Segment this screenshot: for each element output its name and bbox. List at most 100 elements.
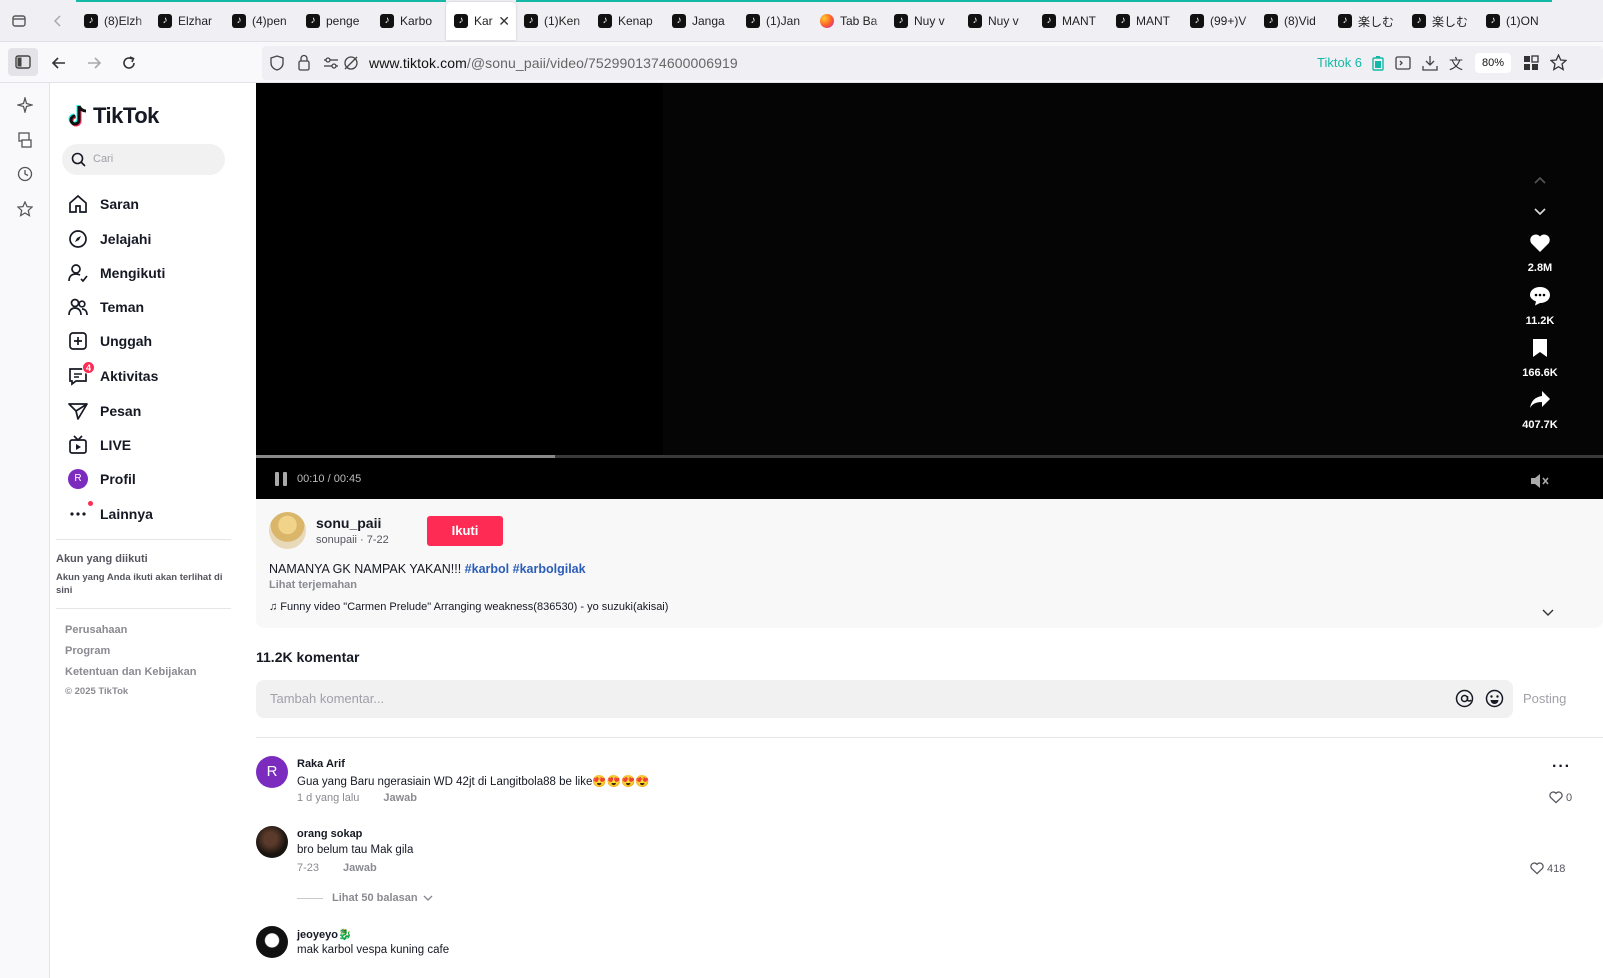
video-player[interactable]: 00:10 / 00:45 2.8M 11.2K 166.6K 407.7K — [256, 83, 1603, 499]
sidebar-item-saran[interactable]: Saran — [67, 189, 139, 219]
browser-tab[interactable]: ♪ Elzhar — [150, 0, 224, 42]
muted-speaker-icon[interactable] — [1530, 473, 1550, 494]
share-button[interactable]: 407.7K — [1520, 390, 1560, 431]
browser-tab[interactable]: ♪ (1)Jan — [738, 0, 812, 42]
view-replies-label: Lihat 50 balasan — [332, 892, 418, 904]
extension-label[interactable]: Tiktok 6 — [1317, 55, 1362, 70]
tiktok-logo[interactable]: TikTok — [68, 103, 159, 129]
browser-tab[interactable]: ♪ 楽しむ — [1330, 0, 1404, 42]
footer-link-program[interactable]: Program — [65, 645, 110, 657]
browser-tab[interactable]: ♪ (1)Ken — [516, 0, 590, 42]
footer-link-company[interactable]: Perusahaan — [65, 624, 127, 636]
previous-video-chevron-icon[interactable] — [1533, 172, 1547, 190]
sidebar-item-pesan[interactable]: Pesan — [67, 396, 141, 426]
post-caption-line: NAMANYA GK NAMPAK YAKAN!!! #karbol #karb… — [269, 562, 586, 576]
bookmark-star-icon[interactable] — [1549, 53, 1568, 76]
browser-tab[interactable]: ♪ (1)ON — [1478, 0, 1552, 42]
browser-tab[interactable]: ♪ (8)Vid — [1256, 0, 1330, 42]
forward-arrow-icon[interactable] — [81, 50, 107, 76]
comment-like[interactable]: 418 — [1530, 862, 1565, 875]
translate-icon[interactable]: 文 — [1449, 54, 1463, 74]
browser-tab[interactable]: ♪ (99+)V — [1182, 0, 1256, 42]
shield-icon[interactable] — [270, 55, 284, 76]
search-input[interactable]: Cari — [62, 144, 225, 175]
commenter-avatar[interactable] — [256, 826, 288, 858]
hashtag-link[interactable]: #karbol — [465, 562, 509, 576]
commenter-name[interactable]: orang sokap — [297, 828, 362, 840]
lock-icon[interactable] — [297, 54, 311, 76]
browser-tab[interactable]: ♪ Kar ✕ — [446, 2, 516, 40]
sidebar-item-label: Profil — [100, 471, 136, 487]
comment-like[interactable]: 0 — [1549, 791, 1572, 804]
comment-input[interactable]: Tambah komentar... — [256, 680, 1513, 718]
browser-tab[interactable]: ♪ Nuy v — [960, 0, 1034, 42]
hashtag-link[interactable]: #karbolgilak — [513, 562, 586, 576]
browser-tab[interactable]: ♪ Karbo — [372, 0, 446, 42]
mention-icon[interactable] — [1455, 689, 1474, 713]
download-icon[interactable] — [1422, 55, 1438, 76]
like-button[interactable]: 2.8M — [1520, 233, 1560, 274]
sidebar-toggle-icon[interactable] — [8, 48, 38, 76]
zoom-level[interactable]: 80% — [1475, 53, 1511, 73]
save-button[interactable]: 166.6K — [1520, 338, 1560, 379]
url-text[interactable]: www.tiktok.com/@sonu_paii/video/75299013… — [369, 55, 738, 71]
browser-tab[interactable]: ♪ (4)pen — [224, 0, 298, 42]
sidebar-item-live[interactable]: LIVE — [67, 430, 131, 460]
sidebar-item-mengikuti[interactable]: Mengikuti — [67, 258, 165, 288]
sidebar-item-teman[interactable]: Teman — [67, 292, 144, 322]
sidebar-item-unggah[interactable]: Unggah — [67, 326, 152, 356]
address-bar[interactable]: www.tiktok.com/@sonu_paii/video/75299013… — [262, 46, 1603, 80]
view-replies-button[interactable]: Lihat 50 balasan — [297, 892, 433, 904]
sidebar-item-lainnya[interactable]: Lainnya — [67, 499, 153, 529]
reply-link[interactable]: Jawab — [343, 862, 377, 874]
browser-tab[interactable]: Tab Ba — [812, 0, 886, 42]
emoji-icon[interactable] — [1485, 689, 1504, 713]
follow-button[interactable]: Ikuti — [427, 516, 503, 546]
commenter-avatar[interactable] — [256, 926, 288, 958]
browser-sidebar-rail — [0, 83, 50, 978]
pause-button[interactable] — [275, 472, 287, 486]
screenshot-icon[interactable] — [1395, 55, 1411, 76]
extensions-grid-icon[interactable] — [1523, 55, 1539, 76]
sidebar-item-aktivitas[interactable]: 4 Aktivitas — [67, 361, 158, 391]
synced-tabs-icon[interactable] — [15, 130, 35, 150]
browser-tab[interactable]: ♪ Nuy v — [886, 0, 960, 42]
next-video-chevron-icon[interactable] — [1533, 204, 1547, 222]
creator-username[interactable]: sonu_paii — [316, 515, 381, 531]
browser-tab[interactable]: ♪ Janga — [664, 0, 738, 42]
footer-link-terms[interactable]: Ketentuan dan Kebijakan — [65, 666, 196, 678]
music-link[interactable]: ♫ Funny video "Carmen Prelude" Arranging… — [269, 601, 668, 613]
bookmarks-star-icon[interactable] — [15, 199, 35, 219]
sidebar-item-profil[interactable]: R Profil — [67, 464, 136, 494]
expand-chevron-icon[interactable] — [1542, 604, 1554, 622]
commenter-avatar[interactable]: R — [256, 756, 288, 788]
tab-scroll-left-icon[interactable] — [47, 10, 69, 32]
commenter-name[interactable]: Raka Arif — [297, 758, 345, 770]
progress-bar[interactable] — [256, 455, 1603, 458]
creator-subline: sonupaii · 7-22 — [316, 534, 389, 546]
tracking-blocked-icon[interactable] — [343, 55, 359, 76]
browser-tab[interactable]: ♪ MANT — [1034, 0, 1108, 42]
creator-avatar[interactable] — [269, 512, 306, 549]
comment-more-icon[interactable]: ··· — [1552, 758, 1571, 776]
permissions-icon[interactable] — [323, 56, 339, 75]
ai-sparkle-icon[interactable] — [15, 95, 35, 115]
comment-button[interactable]: 11.2K — [1520, 286, 1560, 327]
battery-icon[interactable] — [1371, 55, 1385, 76]
tab-manager-icon[interactable] — [8, 10, 30, 32]
browser-tab[interactable]: ♪ penge — [298, 0, 372, 42]
commenter-name[interactable]: jeoyeyo🐉 — [297, 928, 352, 941]
video-frame[interactable] — [663, 83, 1603, 455]
back-arrow-icon[interactable] — [46, 50, 72, 76]
reload-icon[interactable] — [116, 50, 142, 76]
history-clock-icon[interactable] — [15, 164, 35, 184]
close-tab-icon[interactable]: ✕ — [498, 13, 510, 30]
browser-tab[interactable]: ♪ 楽しむ — [1404, 0, 1478, 42]
sidebar-item-jelajahi[interactable]: Jelajahi — [67, 224, 151, 254]
post-comment-button[interactable]: Posting — [1523, 691, 1566, 706]
reply-link[interactable]: Jawab — [383, 792, 417, 804]
browser-tab[interactable]: ♪ (8)Elzh — [76, 0, 150, 42]
browser-tab[interactable]: ♪ Kenap — [590, 0, 664, 42]
translate-link[interactable]: Lihat terjemahan — [269, 579, 357, 591]
browser-tab[interactable]: ♪ MANT — [1108, 0, 1182, 42]
